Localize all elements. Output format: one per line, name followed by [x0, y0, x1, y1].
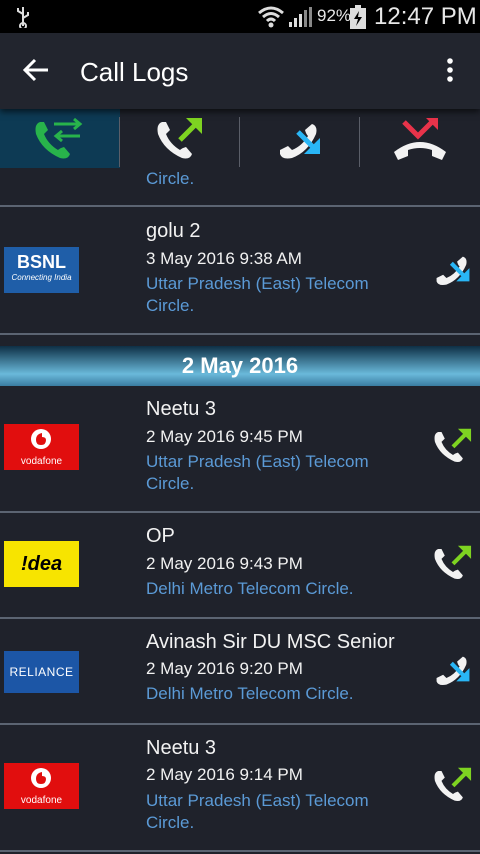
telecom-circle: Delhi Metro Telecom Circle.	[146, 579, 354, 598]
list-item[interactable]: vodafone Neetu 3 2 May 2016 9:45 PM Utta…	[0, 386, 480, 511]
contact-name: OP	[146, 525, 175, 547]
tab-outgoing-calls[interactable]	[120, 109, 240, 168]
call-datetime: 2 May 2016 9:43 PM	[146, 554, 303, 573]
page-title: Call Logs	[80, 57, 189, 87]
operator-name: RELIANCE	[4, 651, 79, 693]
row-divider	[0, 333, 480, 335]
signal-icon	[289, 7, 312, 27]
contact-name: Avinash Sir DU MSC Senior	[146, 631, 395, 653]
telecom-circle: Circle.	[146, 169, 195, 188]
more-options-icon[interactable]	[440, 57, 460, 85]
contact-name: Neetu 3	[146, 737, 217, 759]
outgoing-call-icon	[434, 545, 472, 580]
call-datetime: 2 May 2016 9:14 PM	[146, 765, 303, 784]
telecom-circle: Uttar Pradesh (East) Telecom Circle.	[146, 452, 369, 493]
list-item[interactable]: RELIANCE Avinash Sir DU MSC Senior 2 May…	[0, 619, 480, 723]
battery-percent: 92%	[317, 6, 352, 25]
outgoing-call-icon	[434, 428, 472, 463]
battery-charging-icon	[350, 5, 366, 29]
tab-all-calls[interactable]	[0, 109, 120, 168]
operator-name: vodafone	[20, 795, 63, 806]
operator-logo-vodafone: vodafone	[4, 763, 79, 809]
operator-logo-idea: !dea	[4, 541, 79, 587]
outgoing-call-icon	[434, 767, 472, 802]
tab-missed-calls[interactable]	[360, 109, 480, 168]
operator-logo-bsnl: BSNL Connecting India	[4, 247, 79, 293]
list-item[interactable]: vodafone Neetu 3 2 May 2016 9:14 PM Utta…	[0, 725, 480, 850]
list-item[interactable]: Circle.	[0, 168, 480, 205]
app-bar: Call Logs	[0, 33, 480, 109]
call-filter-tabs	[0, 109, 480, 168]
outgoing-call-icon	[157, 117, 202, 158]
incoming-call-icon	[280, 123, 320, 158]
date-section-header: 2 May 2016	[0, 346, 480, 386]
list-item[interactable]: !dea OP 2 May 2016 9:43 PM Delhi Metro T…	[0, 513, 480, 617]
all-calls-icon	[35, 117, 83, 158]
list-item[interactable]: BSNL Connecting India golu 2 3 May 2016 …	[0, 207, 480, 333]
vodafone-symbol-icon	[31, 429, 51, 449]
operator-tagline: Connecting India	[11, 273, 72, 282]
usb-icon	[17, 7, 29, 28]
call-datetime: 3 May 2016 9:38 AM	[146, 249, 302, 268]
telecom-circle: Delhi Metro Telecom Circle.	[146, 684, 354, 703]
operator-name: vodafone	[20, 456, 63, 467]
operator-name: BSNL	[17, 252, 66, 272]
contact-name: golu 2	[146, 220, 201, 242]
incoming-call-icon	[436, 656, 470, 686]
section-date: 2 May 2016	[181, 353, 299, 378]
call-datetime: 2 May 2016 9:45 PM	[146, 427, 303, 446]
back-arrow-icon[interactable]	[22, 57, 50, 83]
vodafone-symbol-icon	[31, 768, 51, 788]
status-bar: 92% 12:47 PM	[0, 0, 480, 33]
wifi-icon	[258, 6, 284, 28]
telecom-circle: Uttar Pradesh (East) Telecom Circle.	[146, 791, 369, 832]
contact-name: Neetu 3	[146, 398, 217, 420]
operator-logo-vodafone: vodafone	[4, 424, 79, 470]
operator-name: !dea	[4, 541, 79, 587]
row-divider	[0, 850, 480, 852]
missed-call-icon	[394, 117, 446, 160]
operator-logo-reliance: RELIANCE	[4, 649, 79, 695]
telecom-circle: Uttar Pradesh (East) Telecom Circle.	[146, 274, 369, 315]
incoming-call-icon	[436, 256, 470, 286]
status-time: 12:47 PM	[374, 3, 477, 30]
tab-incoming-calls[interactable]	[240, 109, 360, 168]
call-datetime: 2 May 2016 9:20 PM	[146, 659, 303, 678]
